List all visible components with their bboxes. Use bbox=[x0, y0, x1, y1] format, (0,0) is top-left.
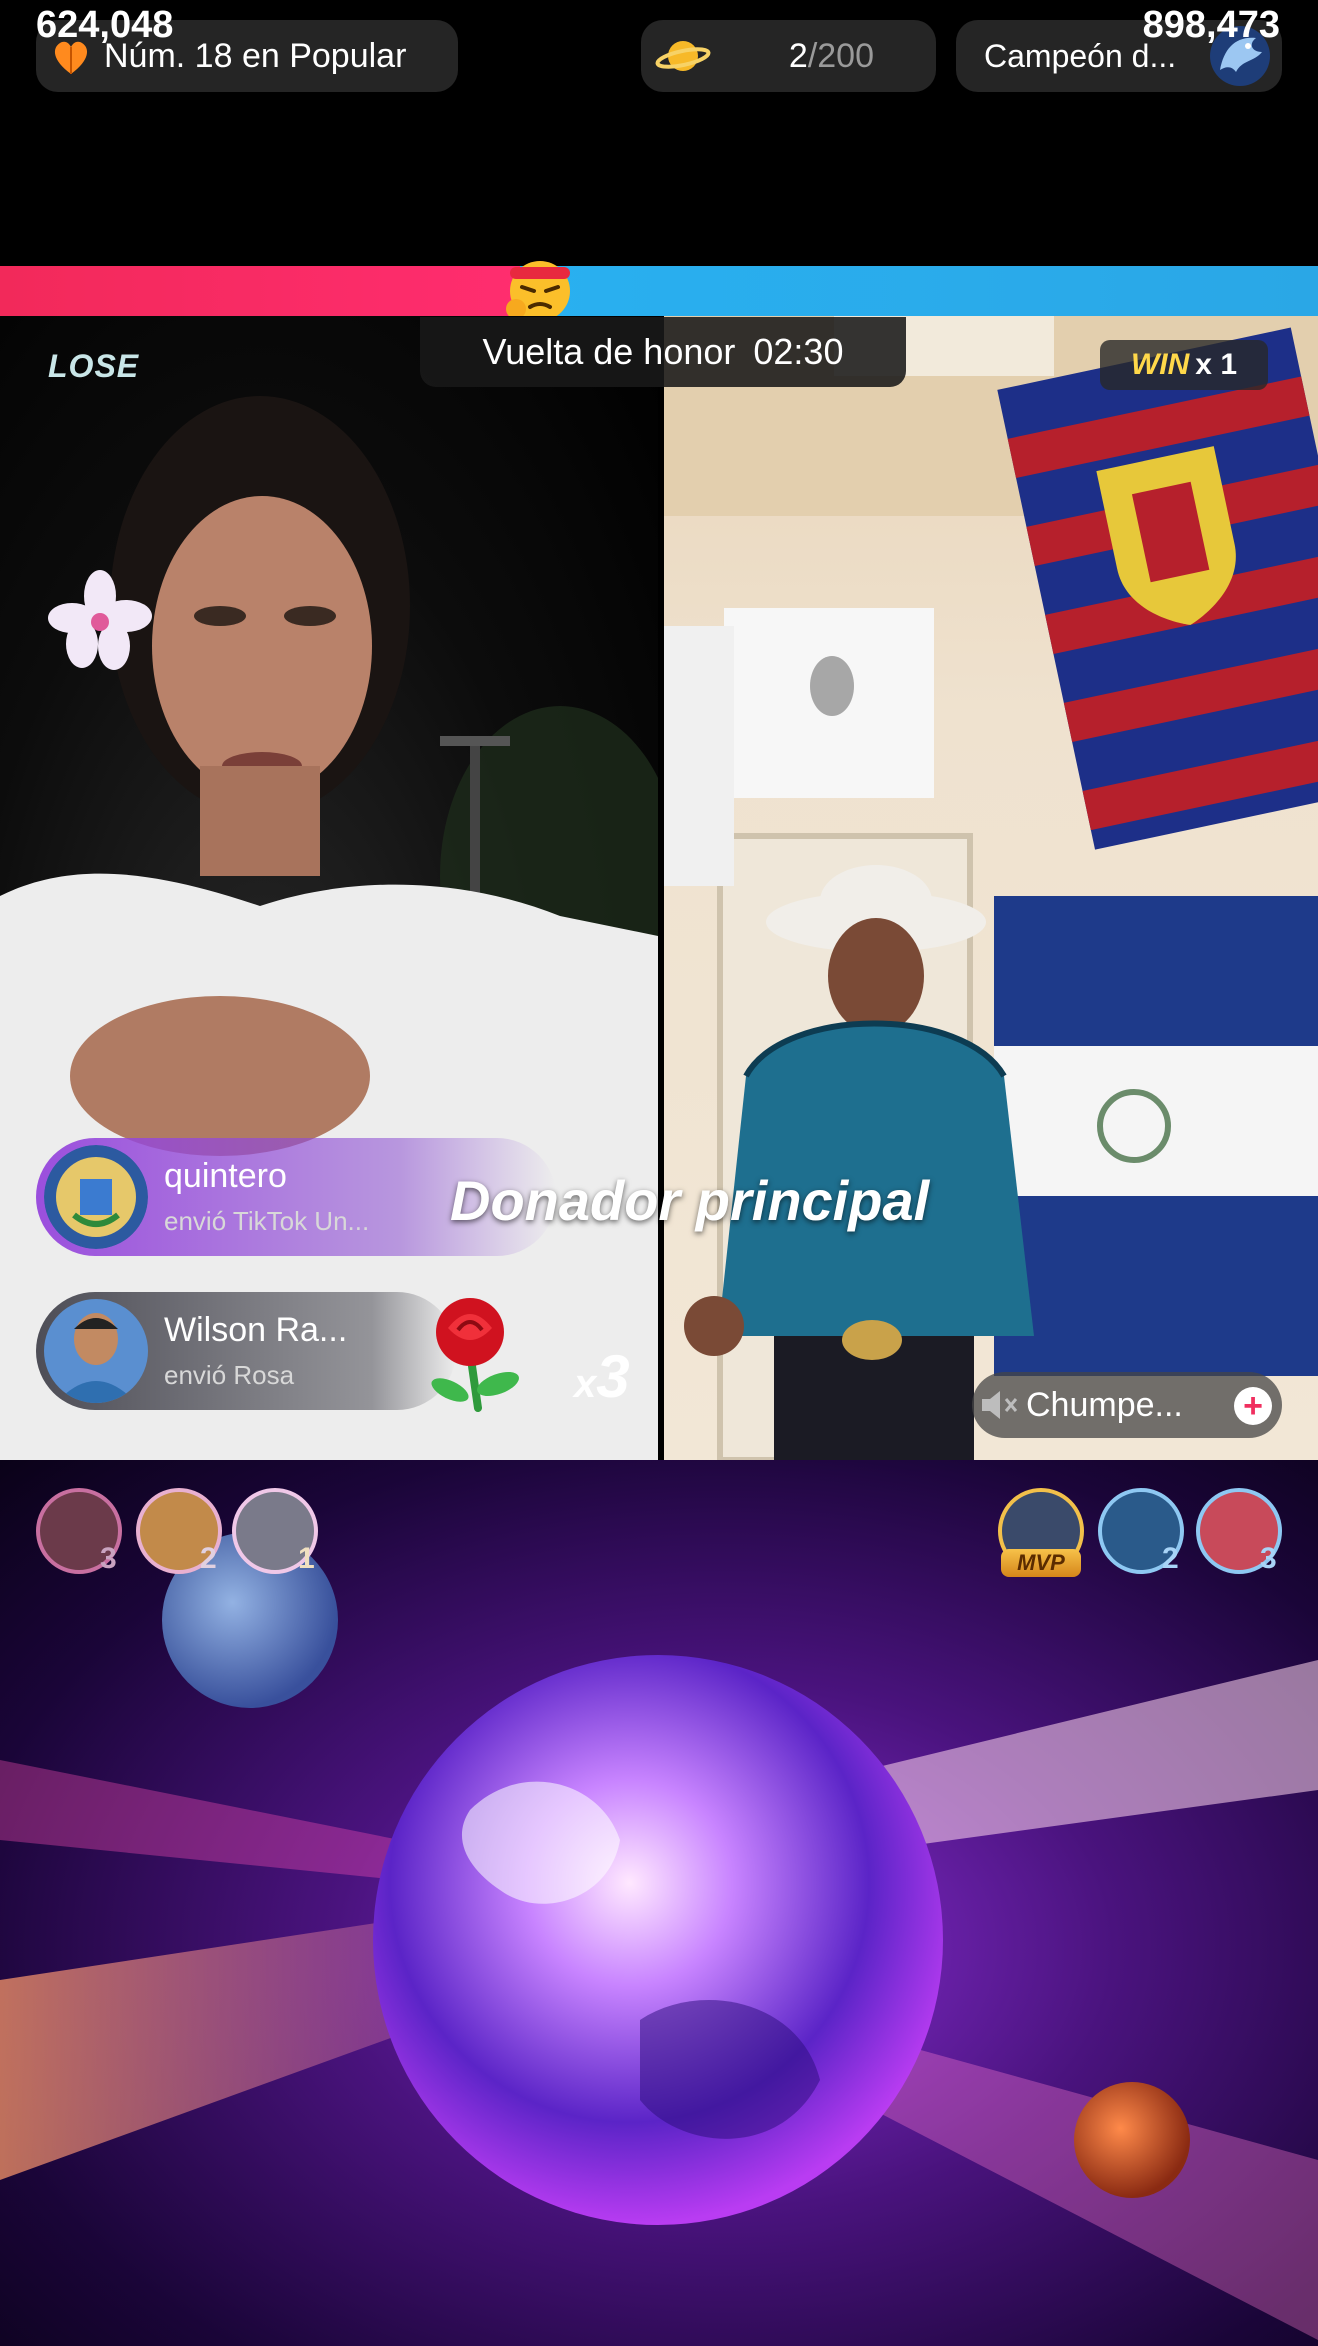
left-host-figure bbox=[0, 396, 658, 1460]
win-multiplier: x 1 bbox=[1195, 348, 1238, 381]
left-team-score: 624,048 bbox=[36, 4, 174, 46]
gift-combo-count: x3 bbox=[574, 1343, 630, 1410]
plus-icon[interactable]: + bbox=[1234, 1387, 1272, 1425]
win-label: WIN bbox=[1130, 348, 1190, 381]
battle-score-bar bbox=[0, 266, 1318, 316]
gift-description: envió Rosa bbox=[164, 1360, 295, 1390]
rose-icon bbox=[431, 1298, 519, 1412]
right-host-figure bbox=[664, 316, 1318, 1460]
win-streak-badge: WIN x 1 bbox=[1100, 340, 1268, 390]
left-rank-number: 2 bbox=[200, 1542, 217, 1575]
timer-value: 02:30 bbox=[753, 331, 844, 372]
avatar[interactable] bbox=[44, 1145, 148, 1249]
left-host-video[interactable] bbox=[0, 316, 658, 1460]
follow-host-pill[interactable]: Chumpe... + bbox=[972, 1372, 1282, 1438]
planet-progress-pill[interactable]: 2/200 bbox=[641, 20, 936, 92]
gift-sender-name: quintero bbox=[164, 1157, 287, 1195]
top-donor-banner: Donador principal bbox=[450, 1169, 930, 1232]
right-team-score: 898,473 bbox=[1142, 4, 1280, 46]
timer-label: Vuelta de honor bbox=[482, 331, 736, 372]
left-rank-number: 1 bbox=[298, 1542, 315, 1575]
avatar[interactable] bbox=[44, 1299, 148, 1403]
gift-notification[interactable]: Wilson Ra... envió Rosa bbox=[36, 1292, 456, 1410]
right-rank-number: 3 bbox=[1260, 1542, 1277, 1575]
gift-animation-globe bbox=[0, 1460, 1318, 2346]
planet-icon bbox=[655, 41, 711, 71]
mvp-badge: MVP bbox=[1001, 1549, 1081, 1577]
right-host-video[interactable] bbox=[664, 316, 1318, 1460]
battle-timer: Vuelta de honor 02:30 bbox=[420, 317, 906, 387]
gift-description: envió TikTok Un... bbox=[164, 1206, 370, 1236]
right-team-score-fill bbox=[520, 266, 1318, 316]
mute-icon[interactable] bbox=[978, 1385, 1020, 1425]
follow-host-name: Chumpe... bbox=[1026, 1385, 1183, 1424]
left-rank-number: 3 bbox=[100, 1542, 117, 1575]
gift-sender-name: Wilson Ra... bbox=[164, 1311, 348, 1349]
left-team-score-fill bbox=[0, 266, 520, 316]
planet-progress-text: 2/200 bbox=[788, 36, 874, 75]
right-rank-number: 2 bbox=[1162, 1542, 1179, 1575]
left-result-label: LOSE bbox=[48, 348, 140, 384]
